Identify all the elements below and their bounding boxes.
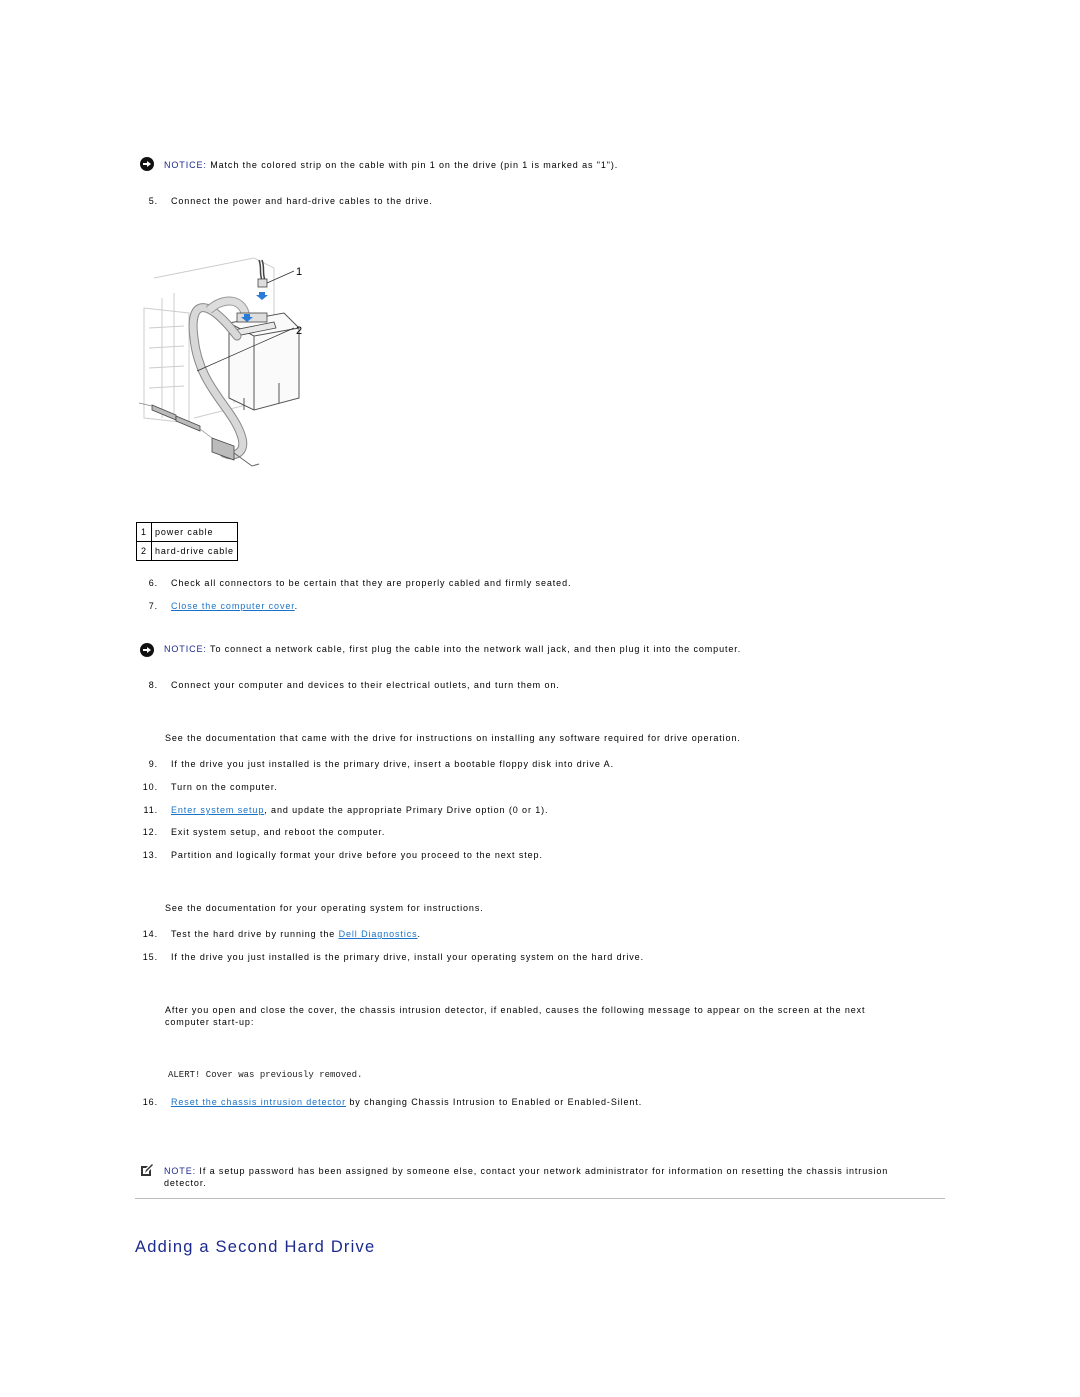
step-12-text: Exit system setup, and reboot the comput… <box>171 827 386 837</box>
legend-index: 2 <box>136 541 152 561</box>
step-6-text: Check all connectors to be certain that … <box>171 578 572 588</box>
step-number: 6. <box>148 578 158 588</box>
step-number: 8. <box>148 680 158 690</box>
step-7: Close the computer cover. <box>171 601 298 611</box>
motherboard-connectors <box>151 404 235 461</box>
step-16-suffix: by changing Chassis Intrusion to Enabled… <box>345 1097 643 1107</box>
step-10-text: Turn on the computer. <box>171 782 278 792</box>
step-number: 5. <box>148 196 158 206</box>
hard-drive-cable-illustration: 1 2 <box>138 257 303 467</box>
intrusion-paragraph-line-1: After you open and close the cover, the … <box>165 1005 866 1015</box>
os-docs-paragraph: See the documentation for your operating… <box>165 903 484 913</box>
step-number: 10. <box>142 782 158 792</box>
step-number: 14. <box>142 929 158 939</box>
note-text-line-2: detector. <box>164 1178 207 1188</box>
notice-1: NOTICE: Match the colored strip on the c… <box>164 160 618 170</box>
step-7-suffix: . <box>294 601 299 611</box>
intrusion-paragraph-line-2: computer start-up: <box>165 1017 255 1027</box>
section-divider <box>135 1198 945 1199</box>
legend-label: power cable <box>151 522 238 542</box>
step-number: 9. <box>148 759 158 769</box>
close-computer-cover-link[interactable]: Close the computer cover <box>171 601 295 611</box>
step-number: 12. <box>142 827 158 837</box>
callout-1: 1 <box>296 266 303 278</box>
step-14: Test the hard drive by running the Dell … <box>171 929 421 939</box>
step-9-text: If the drive you just installed is the p… <box>171 759 614 769</box>
note-text: If a setup password has been assigned by… <box>196 1166 889 1176</box>
alert-message: ALERT! Cover was previously removed. <box>168 1070 363 1080</box>
legend-row: 2 hard-drive cable <box>136 541 238 561</box>
legend-row: 1 power cable <box>136 522 238 542</box>
notice-icon <box>140 643 154 657</box>
legend-index: 1 <box>136 522 152 542</box>
step-14-prefix: Test the hard drive by running the <box>171 929 339 939</box>
step-11-suffix: , and update the appropriate Primary Dri… <box>264 805 549 815</box>
notice-label: NOTICE: <box>164 160 207 170</box>
step-5-text: Connect the power and hard-drive cables … <box>171 196 433 206</box>
notice-2: NOTICE: To connect a network cable, firs… <box>164 644 741 654</box>
note: NOTE: If a setup password has been assig… <box>164 1166 888 1176</box>
note-label: NOTE: <box>164 1166 197 1176</box>
notice-text: Match the colored strip on the cable wit… <box>206 160 619 170</box>
step-14-suffix: . <box>417 929 421 939</box>
step-15-text: If the drive you just installed is the p… <box>171 952 644 962</box>
step-13-text: Partition and logically format your driv… <box>171 850 543 860</box>
notice-label: NOTICE: <box>164 644 207 654</box>
step-number: 13. <box>142 850 158 860</box>
step-number: 15. <box>142 952 158 962</box>
notice-text: To connect a network cable, first plug t… <box>206 644 742 654</box>
step-11: Enter system setup, and update the appro… <box>171 805 548 815</box>
section-heading: Adding a Second Hard Drive <box>135 1238 376 1256</box>
step-16: Reset the chassis intrusion detector by … <box>171 1097 642 1107</box>
notice-icon <box>140 157 154 171</box>
reset-chassis-intrusion-link[interactable]: Reset the chassis intrusion detector <box>171 1097 346 1107</box>
pencil-note-icon <box>140 1163 154 1177</box>
enter-system-setup-link[interactable]: Enter system setup <box>171 805 264 815</box>
step-8-text: Connect your computer and devices to the… <box>171 680 560 690</box>
drive-docs-paragraph: See the documentation that came with the… <box>165 733 741 743</box>
legend-label: hard-drive cable <box>151 541 238 561</box>
step-number: 16. <box>142 1097 158 1107</box>
power-connector <box>257 278 268 288</box>
step-number: 7. <box>148 601 158 611</box>
step-number: 11. <box>143 805 158 815</box>
callout-2: 2 <box>296 325 303 337</box>
dell-diagnostics-link[interactable]: Dell Diagnostics <box>339 929 418 939</box>
callout-legend-table: 1 power cable 2 hard-drive cable <box>136 522 238 561</box>
